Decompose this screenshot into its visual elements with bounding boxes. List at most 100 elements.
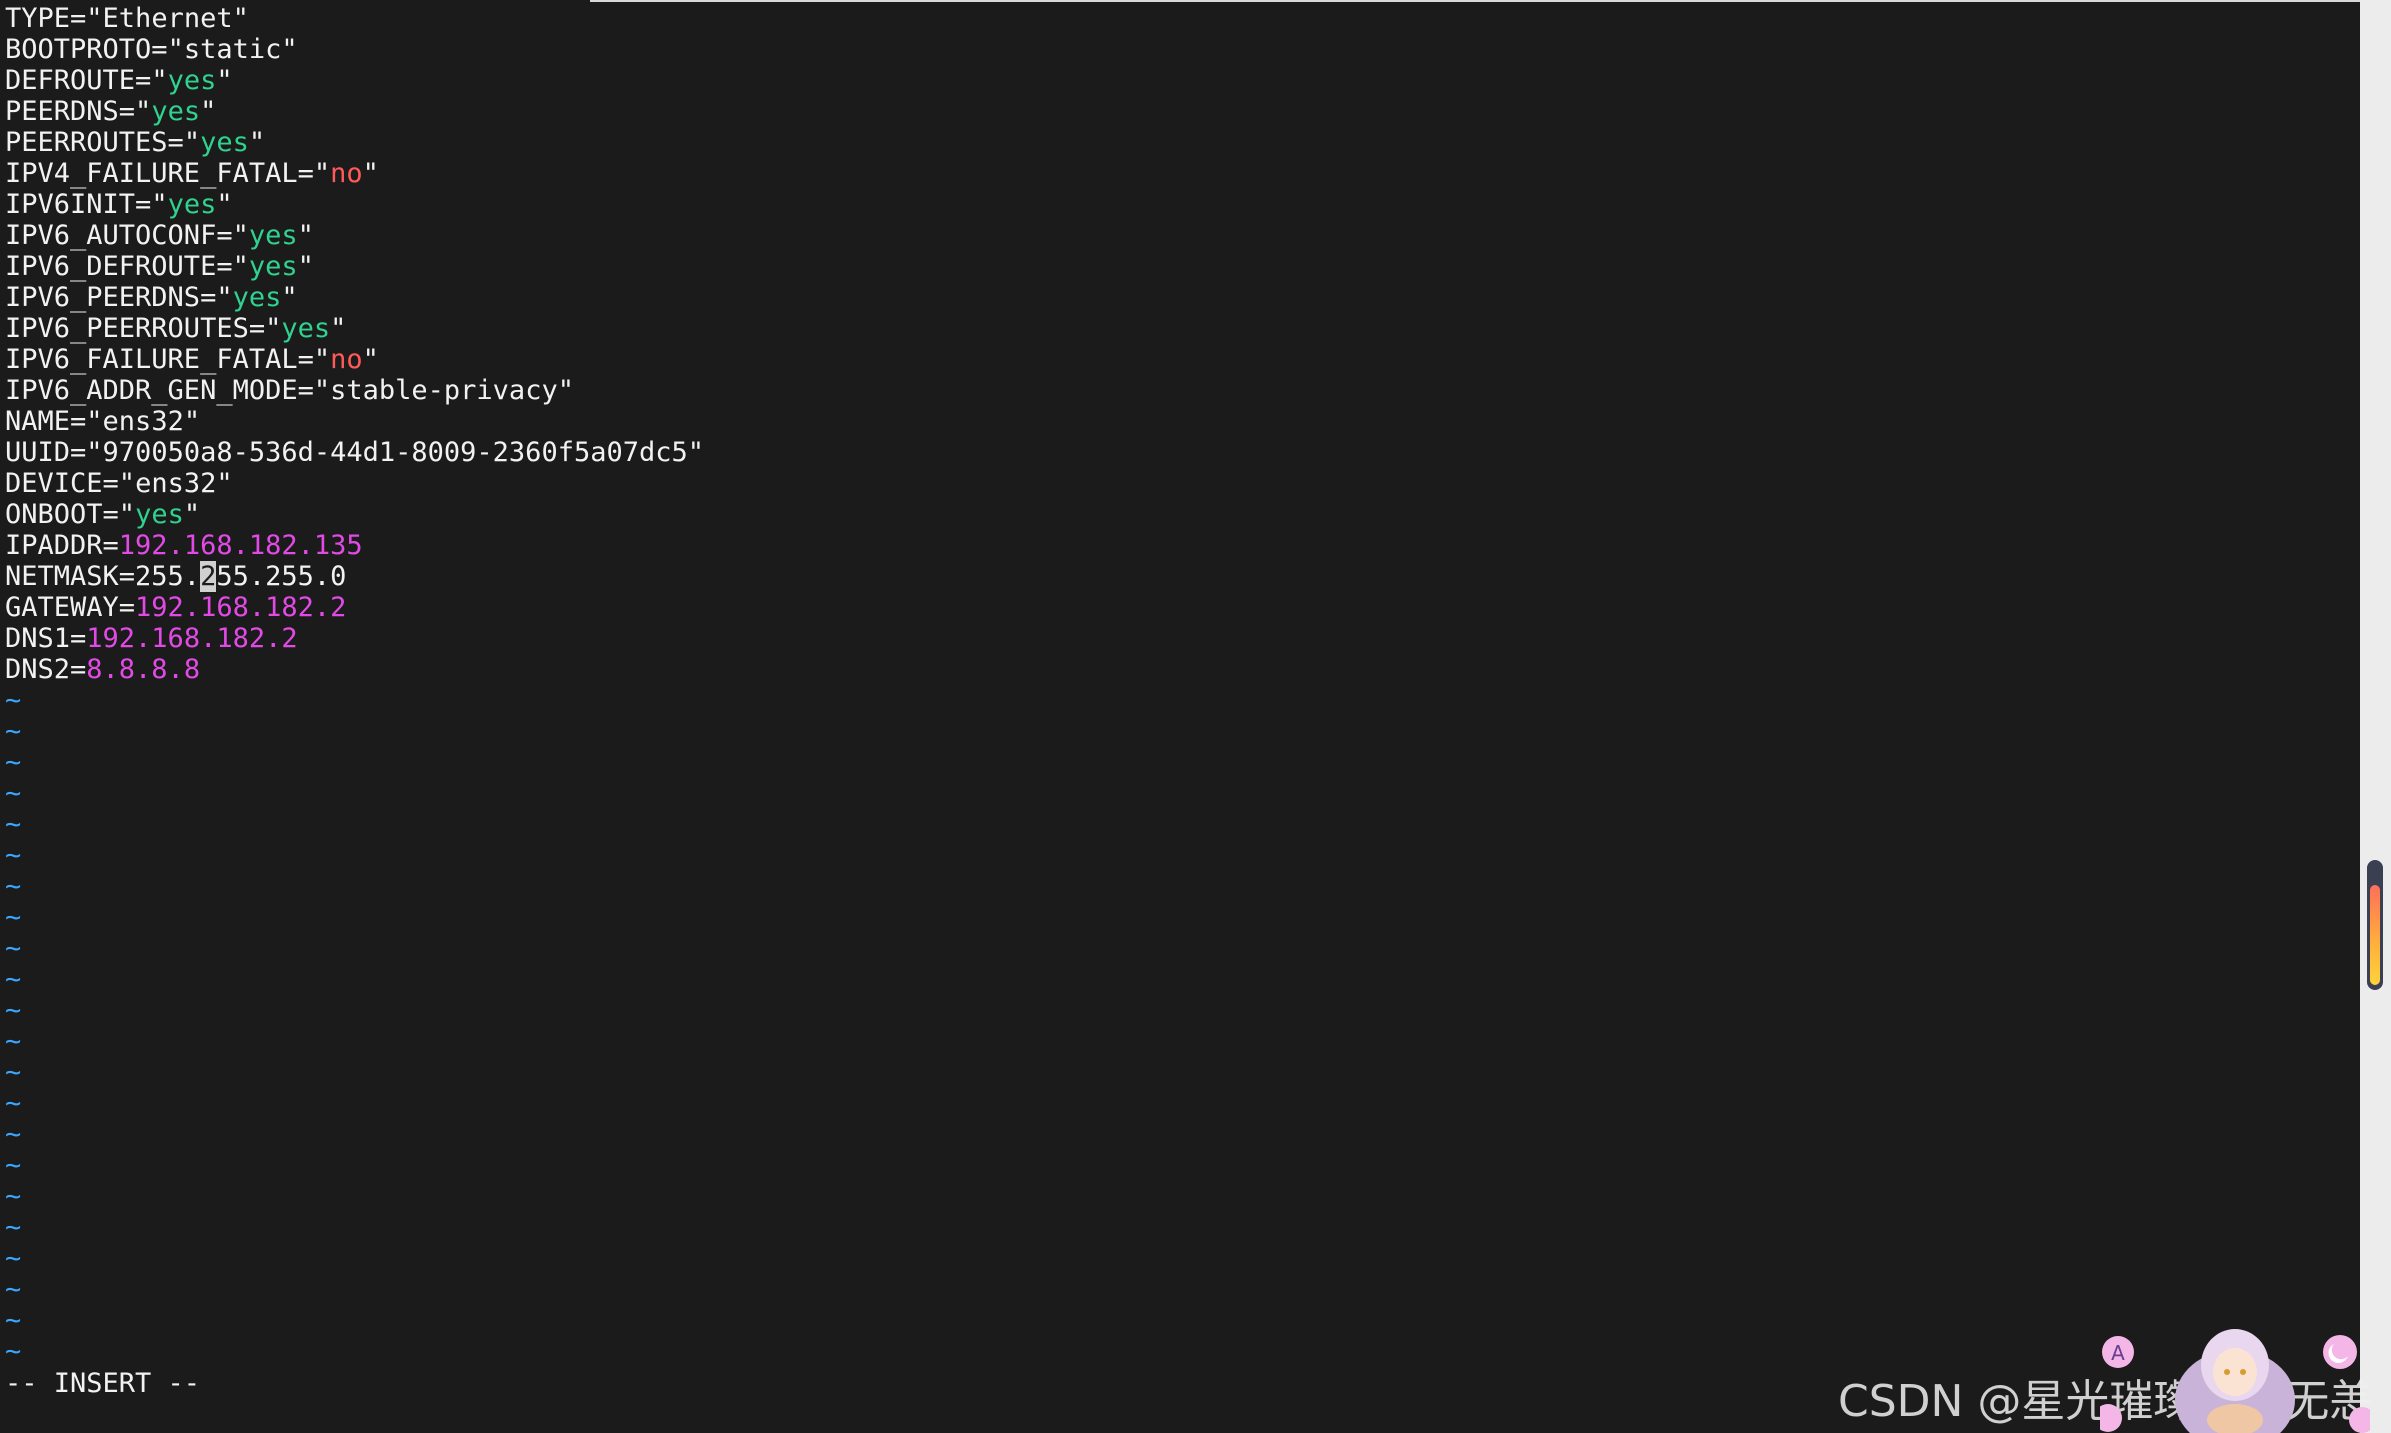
config-key: ONBOOT= xyxy=(5,499,119,530)
config-key: IPV6_DEFROUTE= xyxy=(5,251,233,282)
open-quote: " xyxy=(265,313,282,344)
empty-line-marker: ~ xyxy=(5,809,22,840)
config-line[interactable]: BOOTPROTO="static" xyxy=(5,34,704,65)
config-value: 970050a8-536d-44d1-8009-2360f5a07dc5 xyxy=(102,437,688,468)
config-line[interactable]: PEERDNS="yes" xyxy=(5,96,704,127)
config-line[interactable]: NAME="ens32" xyxy=(5,406,704,437)
config-value: 192.168.182.2 xyxy=(135,592,347,623)
config-key: DNS1= xyxy=(5,623,87,654)
close-quote: " xyxy=(200,96,217,127)
config-line[interactable]: IPV6_ADDR_GEN_MODE="stable-privacy" xyxy=(5,375,704,406)
empty-line-marker: ~ xyxy=(5,1212,22,1243)
open-quote: " xyxy=(216,282,233,313)
config-line[interactable]: IPV6_AUTOCONF="yes" xyxy=(5,220,704,251)
scrollbar-thumb[interactable] xyxy=(2370,885,2380,985)
config-value: 8.8.8.8 xyxy=(86,654,201,685)
close-quote: " xyxy=(216,65,233,96)
config-key: DEFROUTE= xyxy=(5,65,152,96)
open-quote: " xyxy=(118,499,136,530)
open-quote: " xyxy=(232,220,249,251)
config-value: yes xyxy=(167,189,217,220)
config-key: IPV6_FAILURE_FATAL= xyxy=(5,344,314,375)
empty-line-marker: ~ xyxy=(5,1243,22,1274)
empty-line-marker: ~ xyxy=(5,747,22,778)
config-line[interactable]: IPV6INIT="yes" xyxy=(5,189,704,220)
empty-line-marker: ~ xyxy=(5,1119,22,1150)
scrollbar[interactable] xyxy=(2360,0,2391,1433)
close-quote: " xyxy=(687,437,705,468)
empty-line-marker: ~ xyxy=(5,964,22,995)
config-key: DNS2= xyxy=(5,654,87,685)
config-value: yes xyxy=(248,251,298,282)
empty-line-marker: ~ xyxy=(5,995,22,1026)
file-buffer[interactable]: TYPE="Ethernet" BOOTPROTO="static" DEFROUT… xyxy=(5,3,704,1367)
open-quote: " xyxy=(183,127,201,158)
config-line[interactable]: TYPE="Ethernet" xyxy=(5,3,704,34)
close-quote: " xyxy=(183,499,201,530)
open-quote: " xyxy=(313,344,331,375)
config-value: yes xyxy=(281,313,331,344)
config-value: stable-privacy xyxy=(330,375,558,406)
close-quote: " xyxy=(297,251,314,282)
config-line[interactable]: DEVICE="ens32" xyxy=(5,468,704,499)
config-key: PEERDNS= xyxy=(5,96,136,127)
config-key: GATEWAY= xyxy=(5,592,136,623)
close-quote: " xyxy=(183,406,201,437)
config-line[interactable]: IPV6_PEERROUTES="yes" xyxy=(5,313,704,344)
empty-line-marker: ~ xyxy=(5,871,22,902)
config-line[interactable]: ONBOOT="yes" xyxy=(5,499,704,530)
close-quote: " xyxy=(297,220,314,251)
config-key: IPADDR= xyxy=(5,530,119,561)
empty-line-marker: ~ xyxy=(5,933,22,964)
empty-line-marker: ~ xyxy=(5,1274,22,1305)
config-line[interactable]: GATEWAY=192.168.182.2 xyxy=(5,592,704,623)
close-quote: " xyxy=(330,313,347,344)
open-quote: " xyxy=(118,468,136,499)
config-line[interactable]: IPV6_DEFROUTE="yes" xyxy=(5,251,704,282)
config-line[interactable]: DNS1=192.168.182.2 xyxy=(5,623,704,654)
config-value: Ethernet xyxy=(102,3,233,34)
config-line[interactable]: IPV6_FAILURE_FATAL="no" xyxy=(5,344,704,375)
config-value: yes xyxy=(248,220,298,251)
close-quote: " xyxy=(281,282,298,313)
open-quote: " xyxy=(313,375,331,406)
empty-line-marker: ~ xyxy=(5,1026,22,1057)
config-key: IPV6_PEERROUTES= xyxy=(5,313,266,344)
config-line[interactable]: IPADDR=192.168.182.135 xyxy=(5,530,704,561)
csdn-watermark: CSDN @星光璀璨山河无恙 xyxy=(1838,1376,2374,1427)
config-key: NAME= xyxy=(5,406,87,437)
config-value: yes xyxy=(135,499,184,530)
vim-terminal[interactable]: TYPE="Ethernet" BOOTPROTO="static" DEFROUT… xyxy=(0,0,2360,1433)
config-value: yes xyxy=(200,127,249,158)
config-line[interactable]: IPV6_PEERDNS="yes" xyxy=(5,282,704,313)
config-value: no xyxy=(330,344,363,375)
close-quote: " xyxy=(232,3,249,34)
empty-line-marker: ~ xyxy=(5,1305,22,1336)
close-quote: " xyxy=(281,34,298,65)
config-value: 192.168.182.2 xyxy=(86,623,298,654)
empty-line-marker: ~ xyxy=(5,685,22,716)
empty-line-marker: ~ xyxy=(5,1150,22,1181)
config-line[interactable]: DNS2=8.8.8.8 xyxy=(5,654,704,685)
config-key: DEVICE= xyxy=(5,468,119,499)
config-line[interactable]: DEFROUTE="yes" xyxy=(5,65,704,96)
open-quote: " xyxy=(151,65,168,96)
config-line[interactable]: IPV4_FAILURE_FATAL="no" xyxy=(5,158,704,189)
config-line[interactable]: UUID="970050a8-536d-44d1-8009-2360f5a07d… xyxy=(5,437,704,468)
mode-indicator: -- INSERT -- xyxy=(5,1368,201,1399)
config-key: NETMASK=255. xyxy=(5,561,201,592)
config-key: PEERROUTES= xyxy=(5,127,184,158)
config-key: BOOTPROTO= xyxy=(5,34,168,65)
open-quote: " xyxy=(232,251,249,282)
config-key: IPV6_PEERDNS= xyxy=(5,282,217,313)
empty-line-marker: ~ xyxy=(5,1057,22,1088)
config-line[interactable]: NETMASK=255.255.255.0 xyxy=(5,561,704,592)
config-line[interactable]: PEERROUTES="yes" xyxy=(5,127,704,158)
config-value: yes xyxy=(232,282,282,313)
empty-line-marker: ~ xyxy=(5,716,22,747)
config-key: IPV6INIT= xyxy=(5,189,152,220)
text-cursor: 2 xyxy=(200,561,217,592)
window-top-border xyxy=(590,0,2360,2)
close-quote: " xyxy=(362,158,379,189)
config-value: 192.168.182.135 xyxy=(118,530,363,561)
